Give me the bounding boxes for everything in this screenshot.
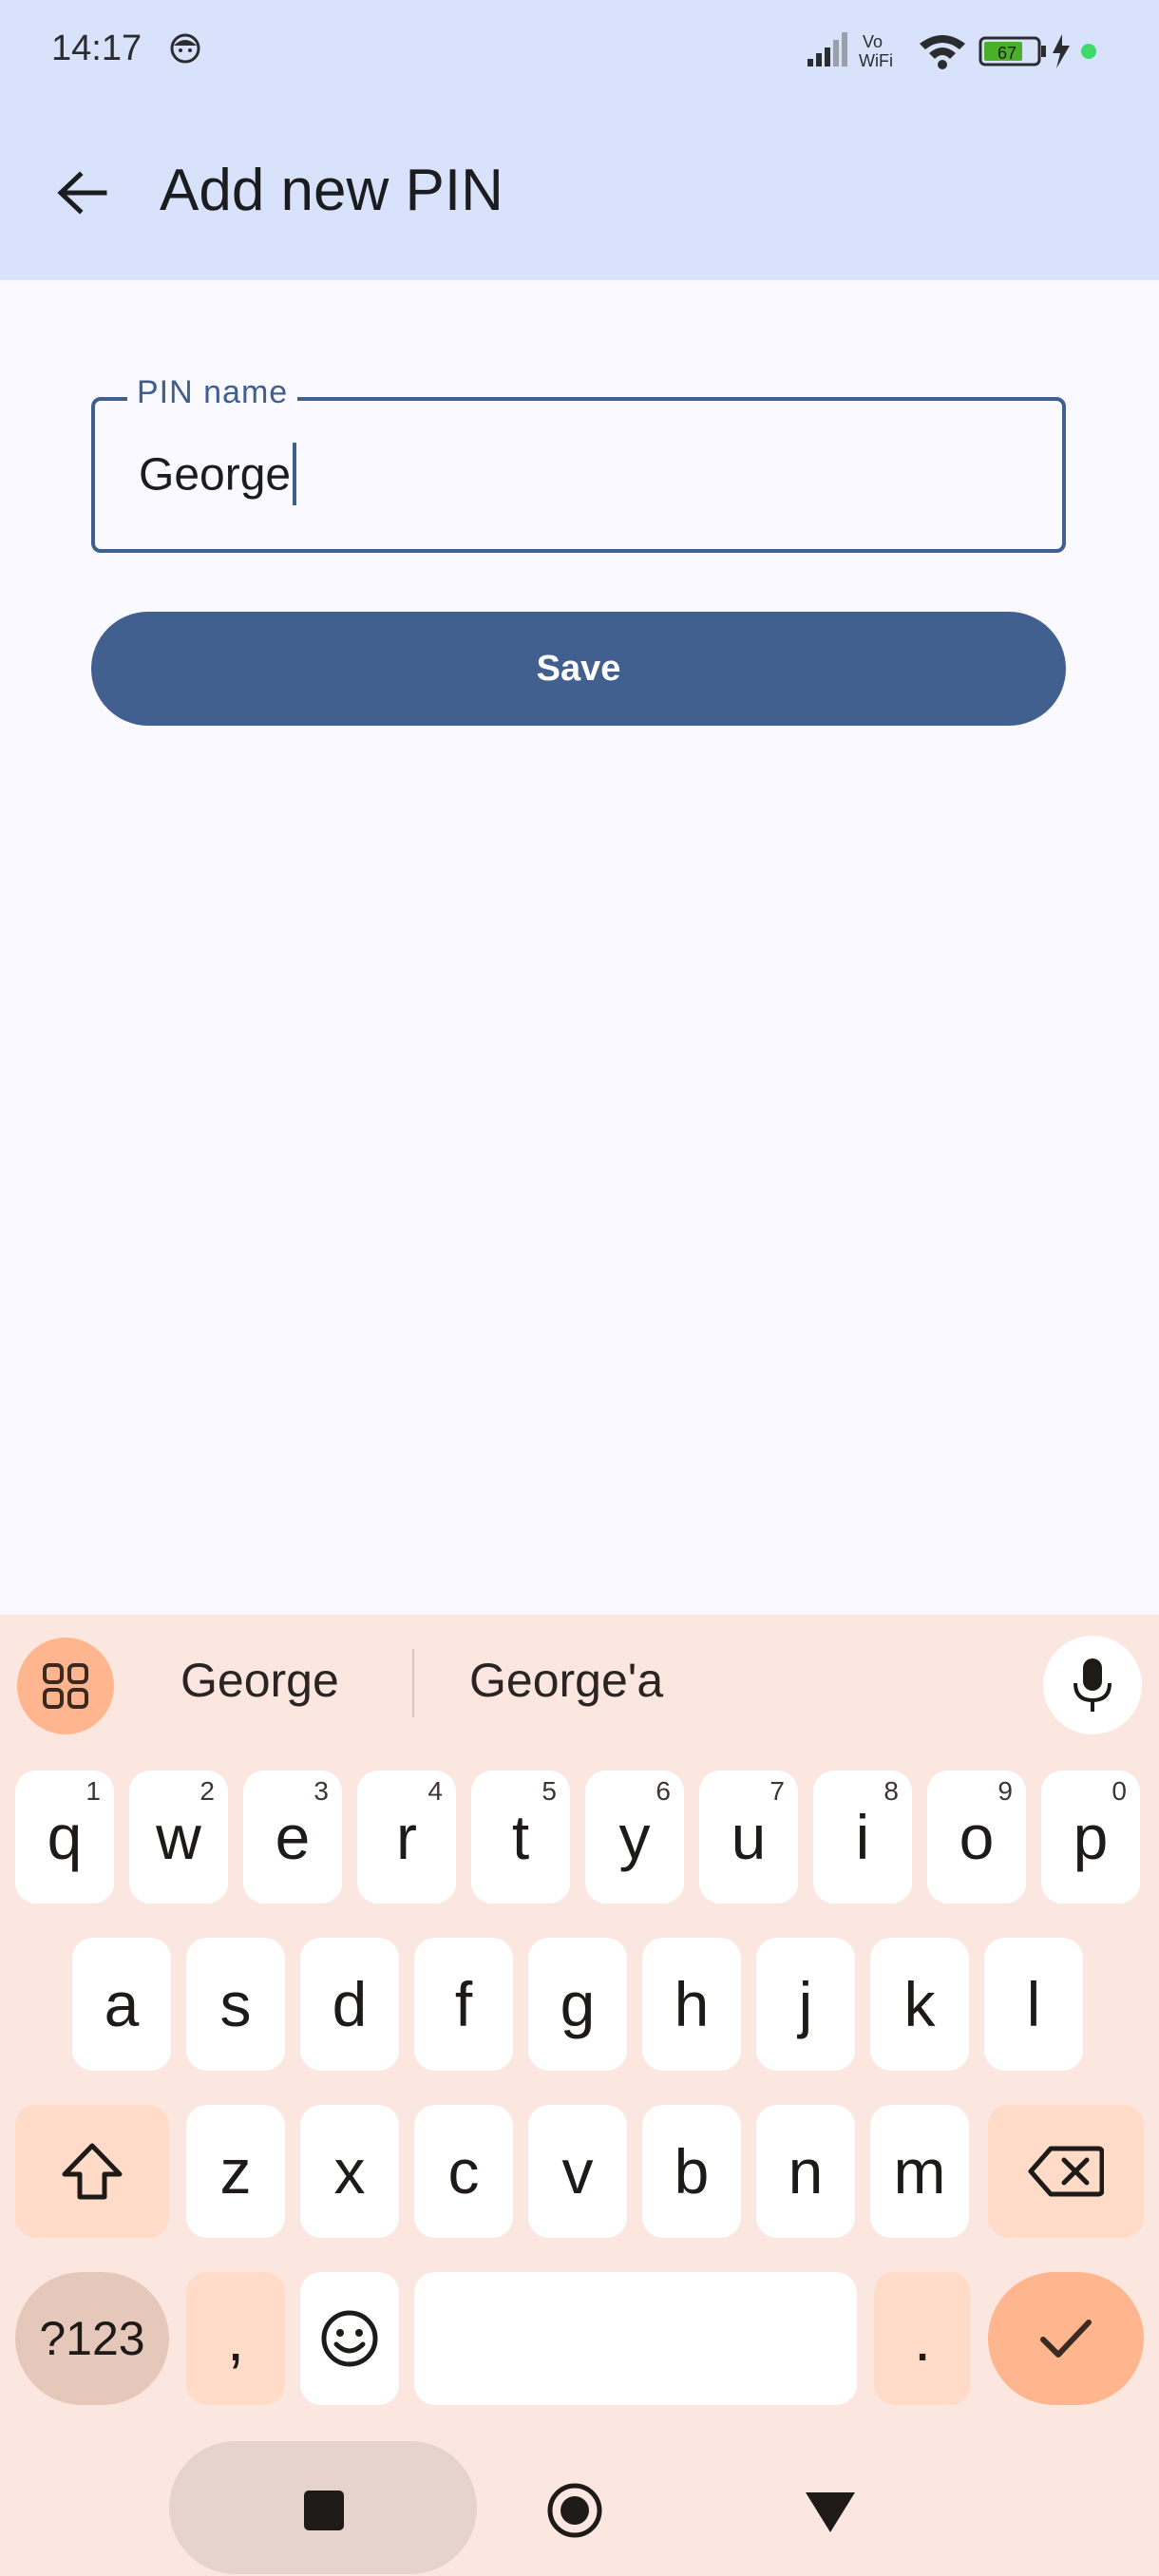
keyboard-apps-button[interactable] [17, 1638, 114, 1734]
key-e[interactable]: e3 [243, 1771, 342, 1904]
save-button[interactable]: Save [91, 612, 1066, 726]
charging-icon [1053, 34, 1070, 68]
key-k[interactable]: k [870, 1938, 969, 2071]
home-icon[interactable] [545, 2481, 604, 2540]
microphone-icon [1074, 1658, 1112, 1712]
key-d[interactable]: d [300, 1938, 399, 2071]
key-n[interactable]: n [756, 2105, 855, 2238]
key-s[interactable]: s [186, 1938, 285, 2071]
key-w[interactable]: w2 [129, 1771, 228, 1904]
status-icons: Vo WiFi 67 [808, 32, 1096, 70]
suggestion-strip: George George'a [0, 1615, 1159, 1753]
top-app-bar: Add new PIN [0, 104, 1159, 280]
key-h[interactable]: h [642, 1938, 741, 2071]
status-time: 14:17 [51, 28, 142, 68]
key-l[interactable]: l [984, 1938, 1083, 2071]
backspace-key[interactable] [988, 2105, 1144, 2238]
key-o[interactable]: o9 [927, 1771, 1026, 1904]
shift-key[interactable] [15, 2105, 169, 2238]
grid-icon [43, 1663, 88, 1709]
key-a[interactable]: a [72, 1938, 171, 2071]
key-z[interactable]: z [186, 2105, 285, 2238]
comma-key[interactable]: , [186, 2272, 285, 2405]
shift-icon [62, 2143, 123, 2200]
emoji-key[interactable] [300, 2272, 399, 2405]
key-r[interactable]: r4 [357, 1771, 456, 1904]
symbols-key[interactable]: ?123 [15, 2272, 169, 2405]
emoji-icon [321, 2310, 378, 2367]
page-title: Add new PIN [160, 158, 504, 223]
pin-name-value: George [139, 449, 292, 501]
wifi-icon [920, 35, 965, 69]
text-cursor [293, 443, 297, 505]
key-f[interactable]: f [414, 1938, 513, 2071]
key-c[interactable]: c [414, 2105, 513, 2238]
battery-icon: 67 [978, 36, 1046, 66]
back-arrow-icon[interactable] [49, 160, 116, 226]
suggestion-divider [412, 1649, 414, 1717]
done-key[interactable] [988, 2272, 1144, 2405]
notification-face-icon [170, 33, 200, 64]
status-bar: 14:17 Vo WiFi 67 [0, 0, 1159, 104]
back-triangle-icon[interactable] [804, 2491, 857, 2534]
recents-icon[interactable] [302, 2489, 346, 2532]
space-key[interactable] [414, 2272, 857, 2405]
backspace-icon [1028, 2146, 1104, 2197]
system-navigation-bar [0, 2413, 1159, 2576]
key-j[interactable]: j [756, 1938, 855, 2071]
vowifi-icon: Vo [863, 32, 883, 51]
key-p[interactable]: p0 [1041, 1771, 1140, 1904]
voice-input-button[interactable] [1043, 1636, 1142, 1734]
suggestion-2[interactable]: George'a [469, 1653, 663, 1708]
key-x[interactable]: x [300, 2105, 399, 2238]
pin-name-input[interactable]: George [139, 443, 297, 509]
key-b[interactable]: b [642, 2105, 741, 2238]
pin-name-label: PIN name [127, 374, 298, 411]
key-y[interactable]: y6 [585, 1771, 684, 1904]
checkmark-icon [1040, 2320, 1092, 2358]
key-i[interactable]: i8 [813, 1771, 912, 1904]
suggestion-1[interactable]: George [180, 1653, 339, 1708]
privacy-dot-icon [1081, 44, 1096, 59]
svg-text:WiFi: WiFi [859, 51, 893, 70]
signal-icon [808, 32, 847, 66]
key-q[interactable]: q1 [15, 1771, 114, 1904]
key-u[interactable]: u7 [699, 1771, 798, 1904]
period-key[interactable]: . [874, 2272, 971, 2405]
svg-text:67: 67 [998, 44, 1016, 63]
key-v[interactable]: v [528, 2105, 627, 2238]
key-t[interactable]: t5 [471, 1771, 570, 1904]
key-m[interactable]: m [870, 2105, 969, 2238]
key-g[interactable]: g [528, 1938, 627, 2071]
